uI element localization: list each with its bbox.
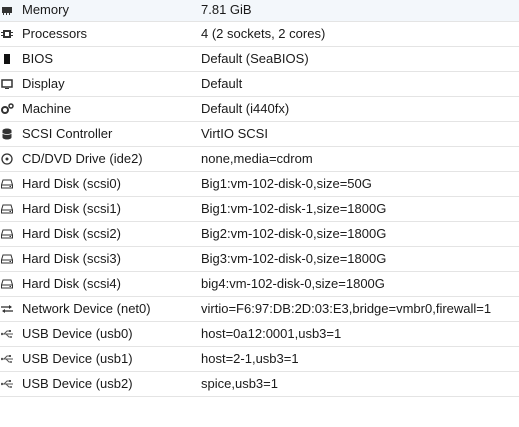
monitor-icon (0, 72, 14, 96)
hardware-value: spice,usb3=1 (201, 376, 278, 391)
hardware-row-usb2[interactable]: USB Device (usb2) spice,usb3=1 (0, 372, 519, 397)
hardware-key: Display (22, 76, 65, 91)
hardware-row-display[interactable]: Display Default (0, 72, 519, 97)
memory-icon (0, 0, 14, 20)
hdd-icon (0, 272, 14, 296)
hardware-key: Hard Disk (scsi0) (22, 176, 121, 191)
hardware-key: USB Device (usb0) (22, 326, 133, 341)
empty-grid-area (0, 397, 519, 427)
hardware-value: host=2-1,usb3=1 (201, 351, 299, 366)
hardware-value: big4:vm-102-disk-0,size=1800G (201, 276, 385, 291)
hardware-value: none,media=cdrom (201, 151, 313, 166)
hardware-row-hard-disk-scsi4[interactable]: Hard Disk (scsi4) big4:vm-102-disk-0,siz… (0, 272, 519, 297)
hardware-row-network-device[interactable]: Network Device (net0) virtio=F6:97:DB:2D… (0, 297, 519, 322)
hardware-key: Hard Disk (scsi4) (22, 276, 121, 291)
hardware-row-machine[interactable]: Machine Default (i440fx) (0, 97, 519, 122)
hardware-value: VirtIO SCSI (201, 126, 268, 141)
hdd-icon (0, 172, 14, 196)
hardware-row-hard-disk-scsi1[interactable]: Hard Disk (scsi1) Big1:vm-102-disk-1,siz… (0, 197, 519, 222)
usb-icon (0, 347, 14, 371)
hardware-key: Network Device (net0) (22, 301, 151, 316)
hardware-value: Big3:vm-102-disk-0,size=1800G (201, 251, 387, 266)
usb-icon (0, 372, 14, 396)
hardware-row-hard-disk-scsi2[interactable]: Hard Disk (scsi2) Big2:vm-102-disk-0,siz… (0, 222, 519, 247)
cpu-icon (0, 22, 14, 46)
hardware-key: Memory (22, 2, 69, 17)
hardware-key: Hard Disk (scsi1) (22, 201, 121, 216)
hardware-row-memory[interactable]: Memory 7.81 GiB (0, 0, 519, 22)
hdd-icon (0, 222, 14, 246)
chip-icon (0, 47, 14, 71)
usb-icon (0, 322, 14, 346)
hardware-value: host=0a12:0001,usb3=1 (201, 326, 342, 341)
hardware-row-bios[interactable]: BIOS Default (SeaBIOS) (0, 47, 519, 72)
hardware-key: Hard Disk (scsi2) (22, 226, 121, 241)
network-exchange-icon (0, 297, 14, 321)
hardware-row-cdrom[interactable]: CD/DVD Drive (ide2) none,media=cdrom (0, 147, 519, 172)
hardware-key: USB Device (usb2) (22, 376, 133, 391)
hardware-row-usb1[interactable]: USB Device (usb1) host=2-1,usb3=1 (0, 347, 519, 372)
hardware-key: USB Device (usb1) (22, 351, 133, 366)
hardware-value: Default (201, 76, 243, 91)
hardware-table: Memory 7.81 GiB Processors 4 (2 sockets,… (0, 0, 519, 397)
hardware-key: BIOS (22, 51, 54, 66)
hardware-key: SCSI Controller (22, 126, 113, 141)
hardware-value: Default (i440fx) (201, 101, 290, 116)
cdrom-icon (0, 147, 14, 171)
hardware-value: Big2:vm-102-disk-0,size=1800G (201, 226, 387, 241)
hdd-icon (0, 197, 14, 221)
hardware-row-hard-disk-scsi3[interactable]: Hard Disk (scsi3) Big3:vm-102-disk-0,siz… (0, 247, 519, 272)
hardware-key: CD/DVD Drive (ide2) (22, 151, 143, 166)
hardware-key: Hard Disk (scsi3) (22, 251, 121, 266)
hardware-value: virtio=F6:97:DB:2D:03:E3,bridge=vmbr0,fi… (201, 301, 492, 316)
hardware-row-usb0[interactable]: USB Device (usb0) host=0a12:0001,usb3=1 (0, 322, 519, 347)
hardware-key: Processors (22, 26, 88, 41)
hardware-value: Big1:vm-102-disk-0,size=50G (201, 176, 372, 191)
hardware-row-processors[interactable]: Processors 4 (2 sockets, 2 cores) (0, 22, 519, 47)
hdd-icon (0, 247, 14, 271)
hardware-row-scsi-controller[interactable]: SCSI Controller VirtIO SCSI (0, 122, 519, 147)
hardware-value: 7.81 GiB (201, 2, 252, 17)
hardware-value: Big1:vm-102-disk-1,size=1800G (201, 201, 387, 216)
hardware-key: Machine (22, 101, 72, 116)
cogs-icon (0, 97, 14, 121)
hardware-value: Default (SeaBIOS) (201, 51, 309, 66)
hardware-row-hard-disk-scsi0[interactable]: Hard Disk (scsi0) Big1:vm-102-disk-0,siz… (0, 172, 519, 197)
database-icon (0, 122, 14, 146)
hardware-value: 4 (2 sockets, 2 cores) (201, 26, 326, 41)
